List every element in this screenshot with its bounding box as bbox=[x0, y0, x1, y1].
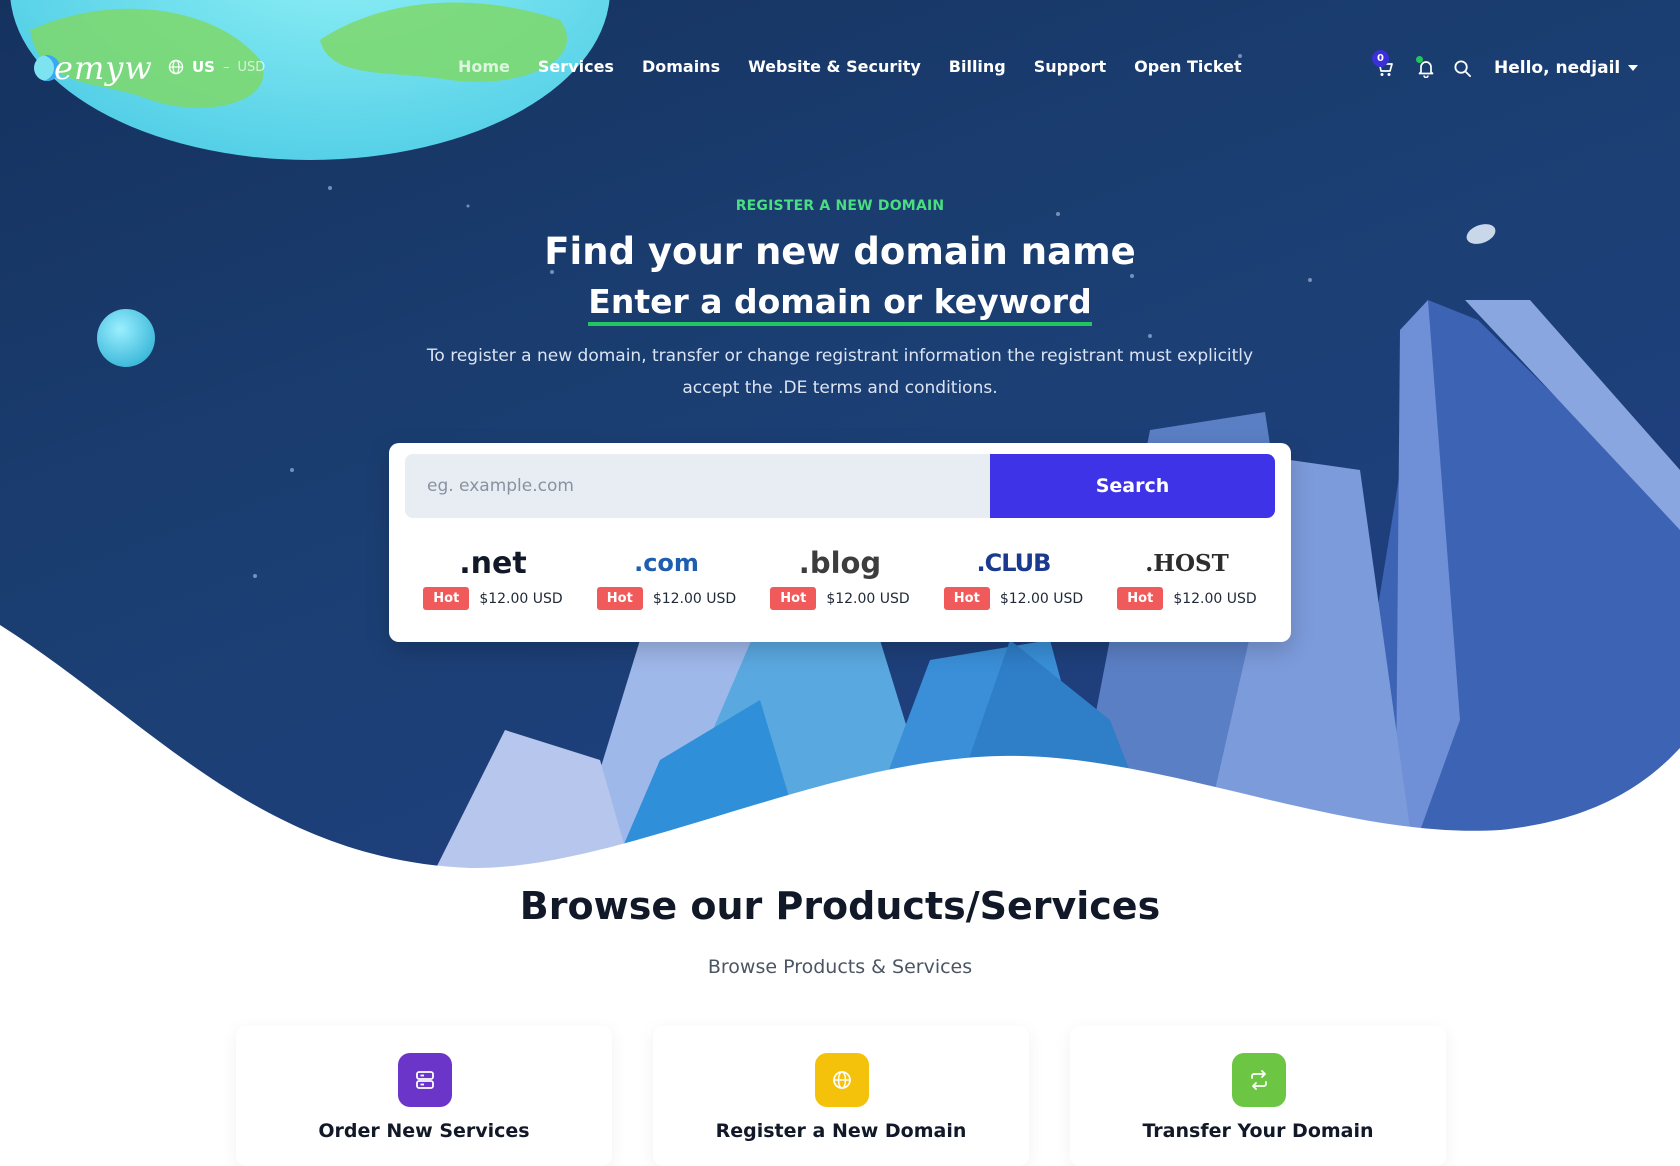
server-icon bbox=[398, 1053, 452, 1107]
hero-section: emyw US – USD Home Services Domains Webs… bbox=[0, 0, 1680, 900]
logo-text: emyw bbox=[54, 49, 153, 87]
hero-description: To register a new domain, transfer or ch… bbox=[426, 346, 1254, 398]
tld-price: $12.00 USD bbox=[999, 590, 1084, 607]
browse-subtitle: Browse Products & Services bbox=[707, 956, 973, 978]
nav-support[interactable]: Support bbox=[1034, 57, 1106, 76]
domain-search-card: Search .net Hot $12.00 USD .com Hot $12.… bbox=[389, 443, 1291, 642]
hero-kicker: REGISTER A NEW DOMAIN bbox=[735, 198, 945, 214]
top-navigation-bar: emyw US – USD Home Services Domains Webs… bbox=[0, 0, 1680, 140]
notifications-button[interactable] bbox=[1414, 56, 1438, 80]
tld-price: $12.00 USD bbox=[1173, 590, 1257, 607]
tld-item-net[interactable]: .net Hot $12.00 USD bbox=[407, 543, 579, 633]
locale-region: US bbox=[192, 58, 215, 76]
tld-logo-host: .HOST bbox=[1145, 549, 1229, 577]
tile-label: Register a New Domain bbox=[715, 1120, 967, 1142]
locale-separator: – bbox=[222, 59, 230, 75]
user-greeting: Hello, nedjail bbox=[1494, 58, 1621, 78]
cart-button[interactable]: 0 bbox=[1372, 50, 1396, 80]
tile-label: Order New Services bbox=[318, 1120, 530, 1142]
hot-badge: Hot bbox=[770, 587, 817, 610]
hot-badge: Hot bbox=[423, 587, 470, 610]
transfer-icon bbox=[1232, 1053, 1286, 1107]
tile-transfer-domain[interactable]: Transfer Your Domain bbox=[1070, 1026, 1446, 1166]
nav-home[interactable]: Home bbox=[458, 57, 510, 76]
globe-icon bbox=[815, 1053, 869, 1107]
nav-billing[interactable]: Billing bbox=[949, 57, 1006, 76]
hot-badge: Hot bbox=[943, 587, 990, 610]
tld-logo-com: .com bbox=[634, 549, 699, 577]
tile-register-domain[interactable]: Register a New Domain bbox=[653, 1026, 1029, 1166]
search-icon bbox=[1453, 59, 1471, 77]
globe-icon bbox=[168, 59, 184, 75]
tld-logo-club: .CLUB bbox=[976, 549, 1052, 577]
tld-logo-net: .net bbox=[459, 545, 527, 581]
nav-open-ticket[interactable]: Open Ticket bbox=[1134, 57, 1241, 76]
hot-badge: Hot bbox=[1117, 587, 1164, 610]
locale-selector[interactable]: US – USD bbox=[168, 58, 265, 76]
notification-dot bbox=[1416, 56, 1423, 63]
search-submit-button[interactable]: Search bbox=[990, 454, 1275, 518]
header-tools: 0 Hello, nedjail bbox=[1360, 48, 1660, 88]
tld-price: $12.00 USD bbox=[479, 590, 563, 607]
nav-domains[interactable]: Domains bbox=[642, 57, 720, 76]
locale-currency: USD bbox=[237, 59, 266, 75]
browse-title: Browse our Products/Services bbox=[519, 884, 1161, 928]
tld-item-club[interactable]: .CLUB Hot $12.00 USD bbox=[928, 543, 1100, 633]
tile-order-new-services[interactable]: Order New Services bbox=[236, 1026, 612, 1166]
service-tiles: Order New Services Register a New Domain… bbox=[236, 1026, 1446, 1166]
nav-services[interactable]: Services bbox=[538, 57, 614, 76]
main-nav: Home Services Domains Website & Security… bbox=[458, 57, 1270, 76]
nav-website-security[interactable]: Website & Security bbox=[748, 57, 921, 76]
hero-subtitle: Enter a domain or keyword bbox=[588, 282, 1092, 326]
domain-search-input[interactable] bbox=[405, 454, 990, 518]
chevron-down-icon bbox=[1628, 65, 1639, 71]
tld-item-host[interactable]: .HOST Hot $12.00 USD bbox=[1101, 543, 1273, 633]
brand-logo[interactable]: emyw bbox=[34, 46, 153, 90]
tld-item-blog[interactable]: .blog Hot $12.00 USD bbox=[754, 543, 926, 633]
user-menu[interactable]: Hello, nedjail bbox=[1494, 58, 1639, 78]
search-button[interactable] bbox=[1450, 56, 1474, 80]
tld-logo-blog: .blog bbox=[798, 546, 882, 580]
hot-badge: Hot bbox=[596, 587, 643, 610]
tile-label: Transfer Your Domain bbox=[1142, 1120, 1374, 1142]
hero-title: Find your new domain name bbox=[544, 230, 1136, 273]
tld-item-com[interactable]: .com Hot $12.00 USD bbox=[581, 543, 753, 633]
cart-count-badge: 0 bbox=[1372, 50, 1389, 67]
tld-list: .net Hot $12.00 USD .com Hot $12.00 USD … bbox=[407, 543, 1273, 633]
hero-subtitle-wrap: Enter a domain or keyword bbox=[0, 282, 1680, 326]
tld-price: $12.00 USD bbox=[826, 590, 910, 607]
tld-price: $12.00 USD bbox=[652, 590, 737, 607]
